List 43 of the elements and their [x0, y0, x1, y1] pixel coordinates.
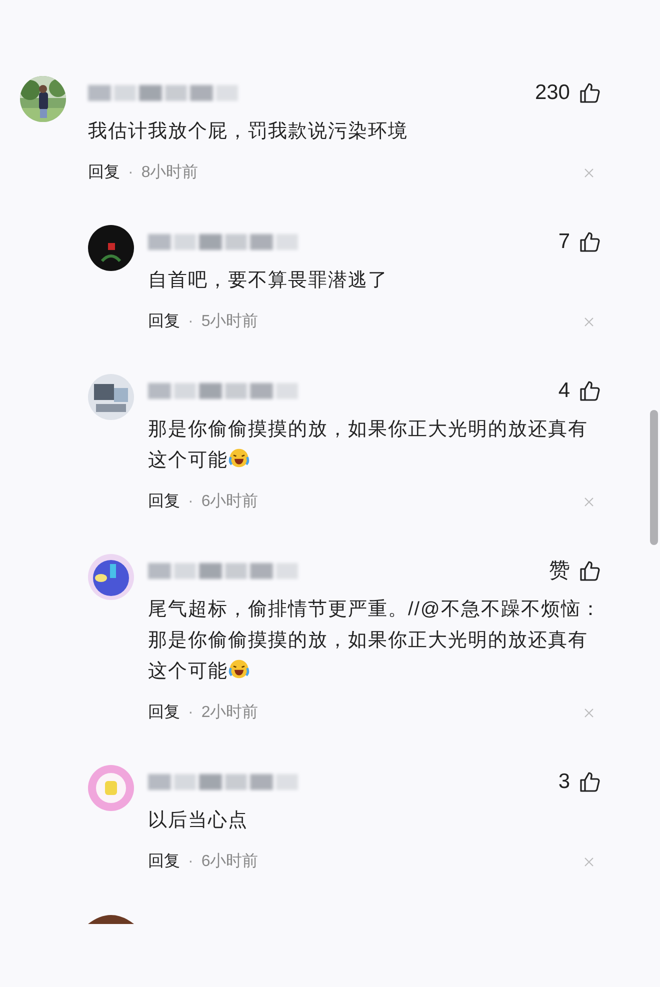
- like-count: 230: [534, 80, 570, 106]
- comment-time: 5小时前: [201, 312, 258, 332]
- thumbs-up-icon[interactable]: [578, 379, 602, 403]
- comment-time: 6小时前: [201, 852, 258, 872]
- comment-text: 自首吧，要不算畏罪潜逃了: [148, 269, 389, 293]
- separator-dot: ·: [188, 492, 194, 512]
- close-icon[interactable]: [584, 317, 594, 327]
- thumbs-up-icon[interactable]: [578, 230, 602, 254]
- comment-time: 8小时前: [141, 162, 198, 183]
- close-icon[interactable]: [584, 857, 594, 867]
- reply-link[interactable]: 回复: [148, 850, 180, 874]
- comment-text: 我估计我放个屁，罚我款说污染环境: [88, 120, 409, 144]
- avatar-icon: [88, 225, 134, 271]
- avatar-icon: [88, 554, 134, 600]
- crying-laughing-emoji-icon: [228, 447, 250, 469]
- separator-dot: ·: [188, 312, 194, 332]
- separator-dot: ·: [188, 703, 194, 723]
- reply-link[interactable]: 回复: [148, 490, 180, 514]
- separator-dot: ·: [128, 163, 134, 183]
- comment-time: 2小时前: [201, 702, 258, 723]
- comment-time: 6小时前: [201, 492, 258, 512]
- thumbs-up-icon[interactable]: [578, 770, 602, 794]
- close-icon[interactable]: [584, 168, 594, 178]
- like-count: 3: [558, 769, 570, 796]
- like-count: 4: [558, 378, 570, 404]
- like-count: 7: [558, 229, 570, 256]
- avatar-icon: [88, 374, 134, 420]
- reply-link[interactable]: 回复: [148, 701, 180, 725]
- close-icon[interactable]: [584, 497, 594, 507]
- avatar-icon: [88, 914, 134, 924]
- close-icon[interactable]: [584, 708, 594, 718]
- like-count: 赞: [549, 558, 570, 584]
- comment-text: 那是你偷偷摸摸的放，如果你正大光明的放还真有这个可能: [148, 418, 589, 473]
- crying-laughing-emoji-icon: [228, 658, 250, 680]
- thumbs-up-icon[interactable]: [578, 81, 602, 105]
- reply-link[interactable]: 回复: [148, 310, 180, 334]
- scrollbar-thumb[interactable]: [650, 410, 658, 545]
- separator-dot: ·: [188, 852, 194, 872]
- comment-text: 以后当心点: [148, 809, 249, 833]
- avatar-icon: [88, 765, 134, 811]
- thumbs-up-icon[interactable]: [578, 559, 602, 583]
- comment-text: 尾气超标，偷排情节更严重。//@不急不躁不烦恼：那是你偷偷摸摸的放，如果你正大光明的放还真有这个可能: [148, 598, 602, 684]
- reply-link[interactable]: 回复: [88, 161, 120, 185]
